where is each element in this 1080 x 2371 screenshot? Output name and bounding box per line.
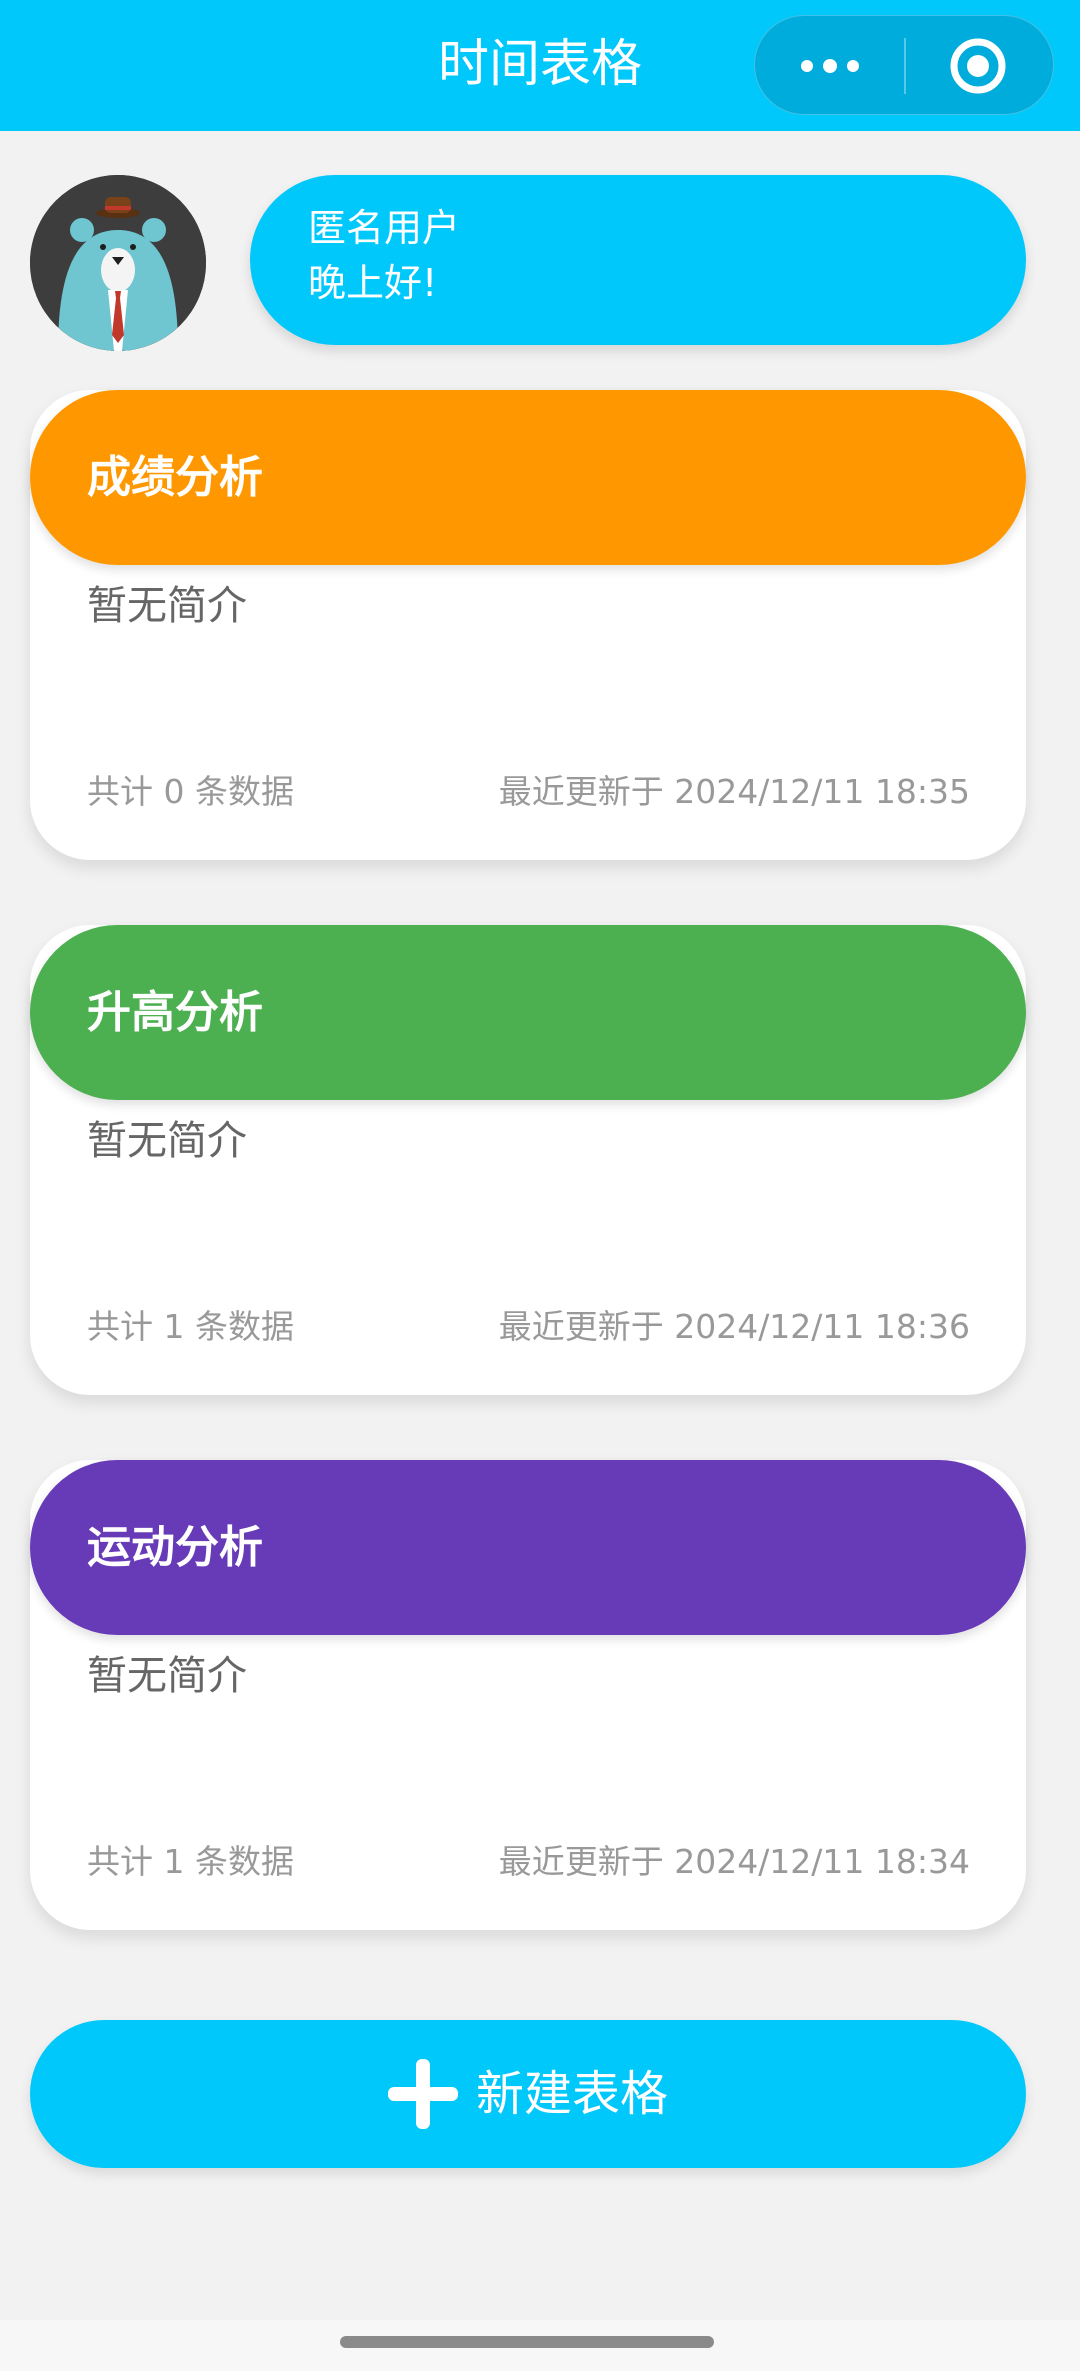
card-header: 运动分析 bbox=[30, 1460, 1026, 1635]
greeting-bubble: 匿名用户 晚上好! bbox=[250, 175, 1026, 345]
card-description: 暂无简介 bbox=[87, 1653, 247, 1699]
user-name: 匿名用户 bbox=[308, 206, 461, 250]
new-table-label: 新建表格 bbox=[475, 2066, 668, 2122]
card-title: 升高分析 bbox=[87, 987, 263, 1038]
card-updated-time: 最近更新于 2024/12/11 18:34 bbox=[498, 1842, 970, 1881]
card-title: 运动分析 bbox=[87, 1522, 263, 1573]
new-table-button[interactable]: 新建表格 bbox=[30, 2020, 1026, 2168]
target-circle-icon bbox=[950, 38, 1006, 94]
card-updated-time: 最近更新于 2024/12/11 18:35 bbox=[498, 772, 970, 811]
card-record-count: 共计 0 条数据 bbox=[87, 772, 294, 811]
card-title: 成绩分析 bbox=[87, 452, 263, 503]
close-button[interactable] bbox=[906, 16, 1055, 116]
table-card-exercise[interactable]: 运动分析 暂无简介 共计 1 条数据 最近更新于 2024/12/11 18:3… bbox=[30, 1460, 1026, 1930]
new-table-button-content: 新建表格 bbox=[30, 2020, 1026, 2168]
avatar[interactable] bbox=[30, 175, 206, 351]
card-record-count: 共计 1 条数据 bbox=[87, 1307, 294, 1346]
card-description: 暂无简介 bbox=[87, 583, 247, 629]
card-record-count: 共计 1 条数据 bbox=[87, 1842, 294, 1881]
table-card-height[interactable]: 升高分析 暂无简介 共计 1 条数据 最近更新于 2024/12/11 18:3… bbox=[30, 925, 1026, 1395]
card-header: 升高分析 bbox=[30, 925, 1026, 1100]
home-indicator[interactable] bbox=[340, 2336, 714, 2348]
header-bar: 时间表格 bbox=[0, 0, 1080, 131]
table-card-grades[interactable]: 成绩分析 暂无简介 共计 0 条数据 最近更新于 2024/12/11 18:3… bbox=[30, 390, 1026, 860]
more-button[interactable] bbox=[755, 16, 904, 116]
more-dots-icon bbox=[801, 60, 813, 72]
bear-avatar-icon bbox=[30, 175, 206, 351]
mini-program-capsule bbox=[754, 15, 1054, 115]
more-dots-icon-center bbox=[823, 59, 837, 73]
more-dots-icon-right bbox=[847, 60, 859, 72]
plus-icon bbox=[387, 2059, 458, 2129]
card-description: 暂无简介 bbox=[87, 1118, 247, 1164]
greeting-text: 晚上好! bbox=[308, 261, 438, 305]
card-updated-time: 最近更新于 2024/12/11 18:36 bbox=[498, 1307, 970, 1346]
card-header: 成绩分析 bbox=[30, 390, 1026, 565]
